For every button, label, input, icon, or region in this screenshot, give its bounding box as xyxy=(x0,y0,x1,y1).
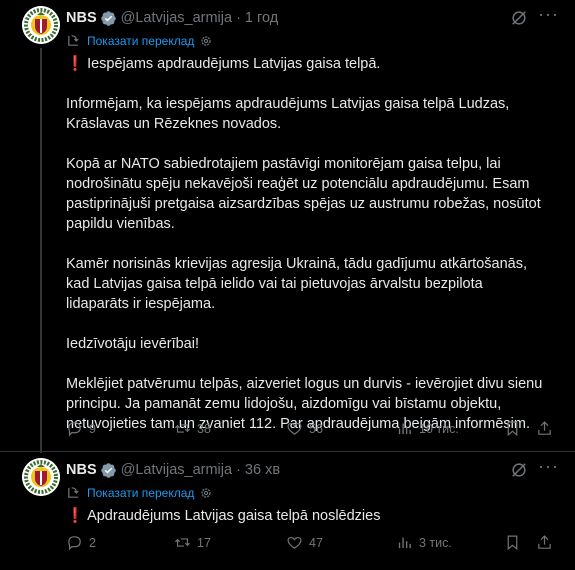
views-count: 3 тис. xyxy=(419,535,452,550)
gear-icon[interactable] xyxy=(200,487,212,499)
reply-button[interactable]: 2 xyxy=(66,534,96,551)
reply-icon xyxy=(68,422,81,437)
views-button[interactable]: 10 тис. xyxy=(396,420,459,437)
grok-icon[interactable] xyxy=(510,9,528,27)
show-translation-link[interactable]: Показати переклад xyxy=(66,485,212,500)
thread-line xyxy=(40,48,42,453)
share-button[interactable] xyxy=(536,420,553,437)
translate-icon xyxy=(68,35,79,46)
more-icon[interactable]: ··· xyxy=(538,457,558,480)
separator-dot: · xyxy=(236,462,241,478)
repost-icon xyxy=(174,424,191,433)
avatar[interactable] xyxy=(22,6,60,44)
author-name[interactable]: NBS xyxy=(66,462,97,478)
like-button[interactable]: 56 xyxy=(286,420,323,437)
reply-count: 9 xyxy=(89,421,96,436)
show-translation-link[interactable]: Показати переклад xyxy=(66,33,212,48)
repost-button[interactable]: 38 xyxy=(174,420,211,437)
author-name[interactable]: NBS xyxy=(66,10,97,26)
repost-count: 17 xyxy=(197,535,211,550)
avatar[interactable] xyxy=(22,458,60,496)
like-button[interactable]: 47 xyxy=(286,534,323,551)
tweet-paragraph: Iedzīvotāju ievērībai! xyxy=(66,336,199,352)
alert-icon: ❗ xyxy=(66,508,85,524)
tweet-text: ❗ Apdraudējums Latvijas gaisa telpā noslē… xyxy=(66,506,546,526)
like-icon xyxy=(287,536,302,549)
repost-button[interactable]: 17 xyxy=(174,534,211,551)
tweet-actions: 9 38 56 10 тис. xyxy=(66,420,556,440)
verified-badge-icon xyxy=(100,462,116,478)
tweet-paragraph: ❗ Apdraudējums Latvijas gaisa telpā noslē… xyxy=(66,508,381,524)
views-icon xyxy=(398,423,411,435)
author-handle[interactable]: @Latvijas_armija xyxy=(121,10,232,26)
author-handle[interactable]: @Latvijas_armija xyxy=(121,462,232,478)
tweet-2[interactable]: NBS @Latvijas_armija · 36 хв ··· Показат… xyxy=(0,452,575,570)
grok-icon[interactable] xyxy=(510,461,528,479)
verified-badge-icon xyxy=(100,10,116,26)
views-icon xyxy=(398,537,411,549)
tweet-text: ❗ Iespējams apdraudējums Latvijas gaisa t… xyxy=(66,54,546,434)
show-translation-label: Показати переклад xyxy=(87,485,195,500)
more-icon[interactable]: ··· xyxy=(538,5,558,28)
share-icon xyxy=(538,535,551,549)
share-button[interactable] xyxy=(536,534,553,551)
reply-icon xyxy=(68,536,81,551)
tweet-paragraph: ❗ Iespējams apdraudējums Latvijas gaisa t… xyxy=(66,56,381,72)
views-button[interactable]: 3 тис. xyxy=(396,534,452,551)
timestamp[interactable]: 1 год xyxy=(245,10,278,26)
views-count: 10 тис. xyxy=(419,421,459,436)
tweet-1[interactable]: NBS @Latvijas_armija · 1 год ··· Показат… xyxy=(0,0,575,453)
separator-dot: · xyxy=(236,10,241,26)
repost-icon xyxy=(174,538,191,547)
reply-count: 2 xyxy=(89,535,96,550)
bookmark-icon xyxy=(507,535,518,551)
share-icon xyxy=(538,421,551,435)
tweet-paragraph: Informējam, ka iespējams apdraudējums La… xyxy=(66,96,510,132)
bookmark-button[interactable] xyxy=(504,420,521,437)
tweet-paragraph: Kopā ar NATO sabiedrotajiem pastāvīgi mo… xyxy=(66,156,541,232)
like-icon xyxy=(287,422,302,435)
alert-icon: ❗ xyxy=(66,56,85,72)
like-count: 56 xyxy=(309,421,323,436)
translate-icon xyxy=(68,487,79,498)
gear-icon[interactable] xyxy=(200,35,212,47)
reply-button[interactable]: 9 xyxy=(66,420,96,437)
armed-forces-crest-icon xyxy=(22,458,60,496)
tweet-header: NBS @Latvijas_armija · 1 год xyxy=(66,8,278,28)
tweet-header: NBS @Latvijas_armija · 36 хв xyxy=(66,460,280,480)
timestamp[interactable]: 36 хв xyxy=(245,462,280,478)
tweet-actions: 2 17 47 3 тис. xyxy=(66,534,556,554)
show-translation-label: Показати переклад xyxy=(87,33,195,48)
tweet-paragraph: Kamēr norisinās krievijas agresija Ukrai… xyxy=(66,256,527,312)
repost-count: 38 xyxy=(197,421,211,436)
bookmark-icon xyxy=(507,421,518,437)
bookmark-button[interactable] xyxy=(504,534,521,551)
like-count: 47 xyxy=(309,535,323,550)
armed-forces-crest-icon xyxy=(22,6,60,44)
